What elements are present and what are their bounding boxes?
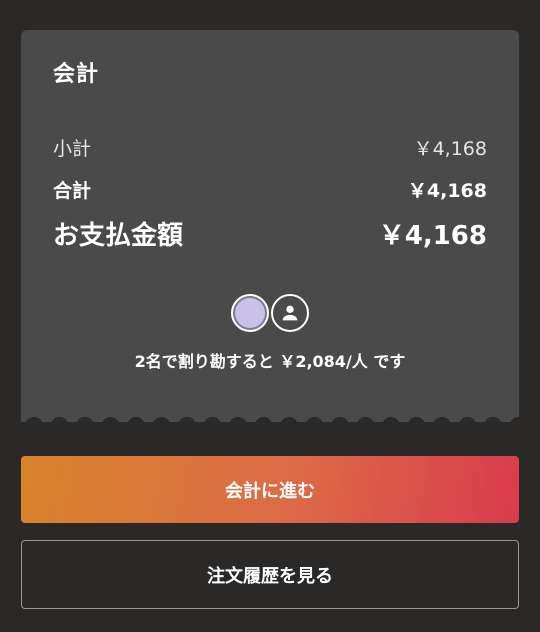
subtotal-label: 小計	[53, 138, 92, 160]
participant-avatars	[21, 294, 519, 332]
user-photo-avatar	[231, 294, 269, 332]
checkout-card: 会計 小計 ￥4,168 合計 ￥4,168 お支払金額 ￥4,168 2名で割…	[21, 30, 519, 422]
total-value: ￥4,168	[407, 180, 487, 202]
split-bill-text: 2名で割り勘すると ￥2,084/人 です	[134, 352, 406, 371]
payment-amount-row: お支払金額 ￥4,168	[53, 215, 487, 252]
person-icon	[271, 294, 309, 332]
order-history-button[interactable]: 注文履歴を見る	[21, 540, 519, 609]
total-label: 合計	[53, 180, 92, 202]
receipt-edge	[21, 414, 519, 426]
proceed-checkout-button[interactable]: 会計に進む	[21, 456, 519, 523]
subtotal-row: 小計 ￥4,168	[53, 134, 487, 161]
subtotal-value: ￥4,168	[413, 138, 487, 160]
total-row: 合計 ￥4,168	[53, 176, 487, 203]
payment-amount-label: お支払金額	[53, 221, 184, 251]
payment-amount-value: ￥4,168	[378, 221, 487, 251]
checkout-title: 会計	[53, 62, 100, 87]
